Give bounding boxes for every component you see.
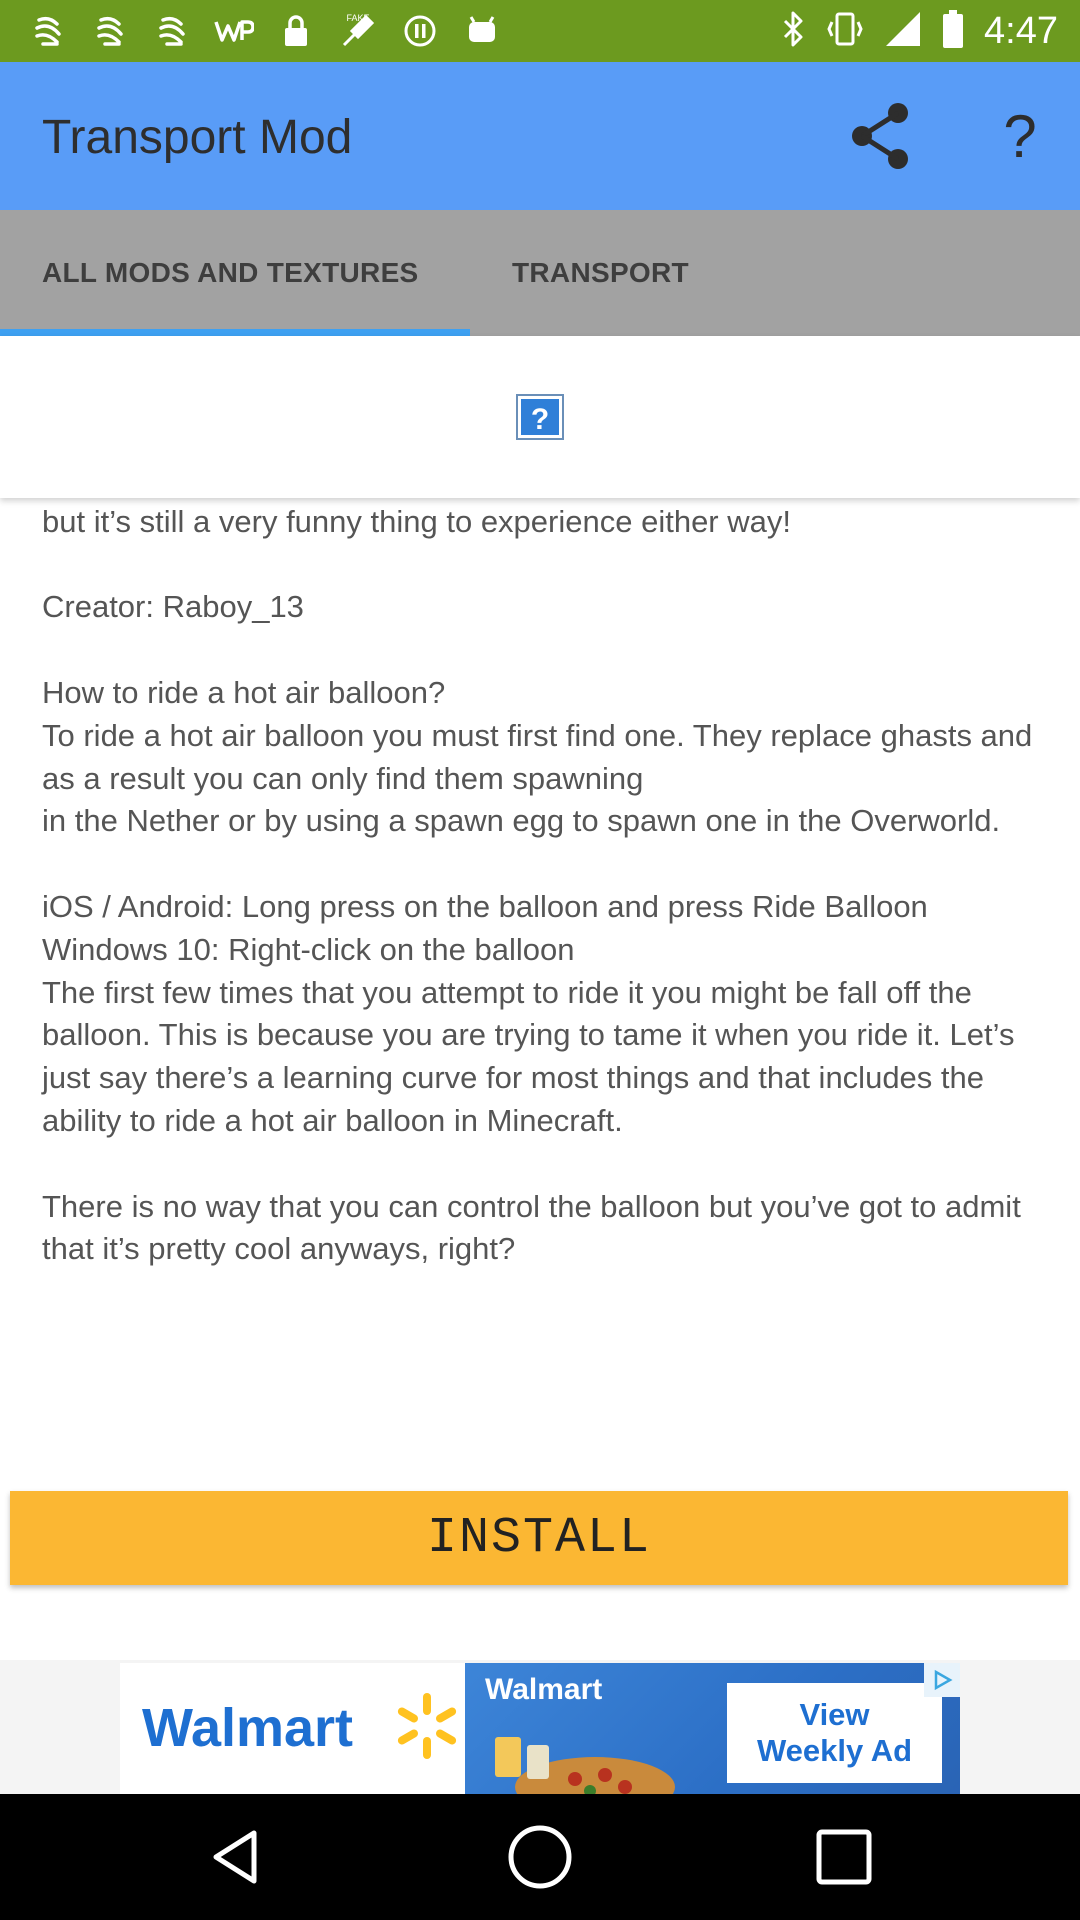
lock-icon [276,11,316,51]
status-notifications: FAKE [28,10,502,52]
recent-apps-icon [816,1829,872,1885]
tab-bar: ALL MODS AND TEXTURES TRANSPORT [0,210,1080,336]
status-system: 4:47 [782,8,1058,54]
notification-icon [152,11,192,51]
android-icon [462,11,502,51]
vibrate-icon [826,10,864,53]
bluetooth-icon [782,10,806,53]
notification-icon [90,11,130,51]
mod-image-card: ? [0,336,1080,498]
back-icon [213,1830,257,1884]
home-button[interactable] [505,1822,575,1892]
tab-all-mods-and-textures[interactable]: ALL MODS AND TEXTURES [42,210,419,336]
back-button[interactable] [201,1822,271,1892]
navigation-bar [0,1794,1080,1920]
walmart-spark-icon [397,1693,457,1759]
ad-food-image [495,1737,675,1794]
ad-photo-brand: Walmart [485,1673,603,1706]
pause-circle-icon [400,11,440,51]
status-bar: FAKE 4:47 [0,0,1080,62]
page-title: Transport Mod [42,111,353,164]
svg-text:?: ? [531,403,549,436]
ad-brand-logo: Walmart [142,1698,354,1758]
tab-indicator [0,329,470,336]
app-bar: Transport Mod ? [0,62,1080,210]
broken-image-icon: ? [516,394,564,440]
ad-banner[interactable]: Walmart Walmart View Weekly Ad [120,1663,960,1794]
ad-cta-line1: View [799,1697,870,1732]
help-button[interactable]: ? [985,100,1055,172]
home-icon [508,1825,572,1889]
tab-transport[interactable]: TRANSPORT [512,210,689,336]
ad-area: Walmart Walmart View Weekly Ad [0,1660,1080,1794]
signal-icon [884,10,922,53]
notification-icon [28,11,68,51]
wp-icon [214,11,254,51]
share-button[interactable] [845,100,917,172]
install-button[interactable]: INSTALL [10,1491,1068,1585]
description-text: game. The only downside I could find is … [42,503,1033,1267]
ad-cta-line2: Weekly Ad [756,1733,913,1768]
help-icon: ? [1003,102,1037,170]
mod-description: game. The only downside I could find is … [0,498,1080,1458]
recent-apps-button[interactable] [809,1822,879,1892]
status-time: 4:47 [984,9,1058,52]
ad-photo: Walmart View Weekly Ad [465,1663,960,1794]
ad-cta-button[interactable]: View Weekly Ad [727,1683,942,1783]
share-icon [852,103,908,169]
fake-gps-icon: FAKE [338,11,378,51]
battery-icon [942,9,964,54]
ad-choices-icon[interactable] [924,1663,960,1697]
